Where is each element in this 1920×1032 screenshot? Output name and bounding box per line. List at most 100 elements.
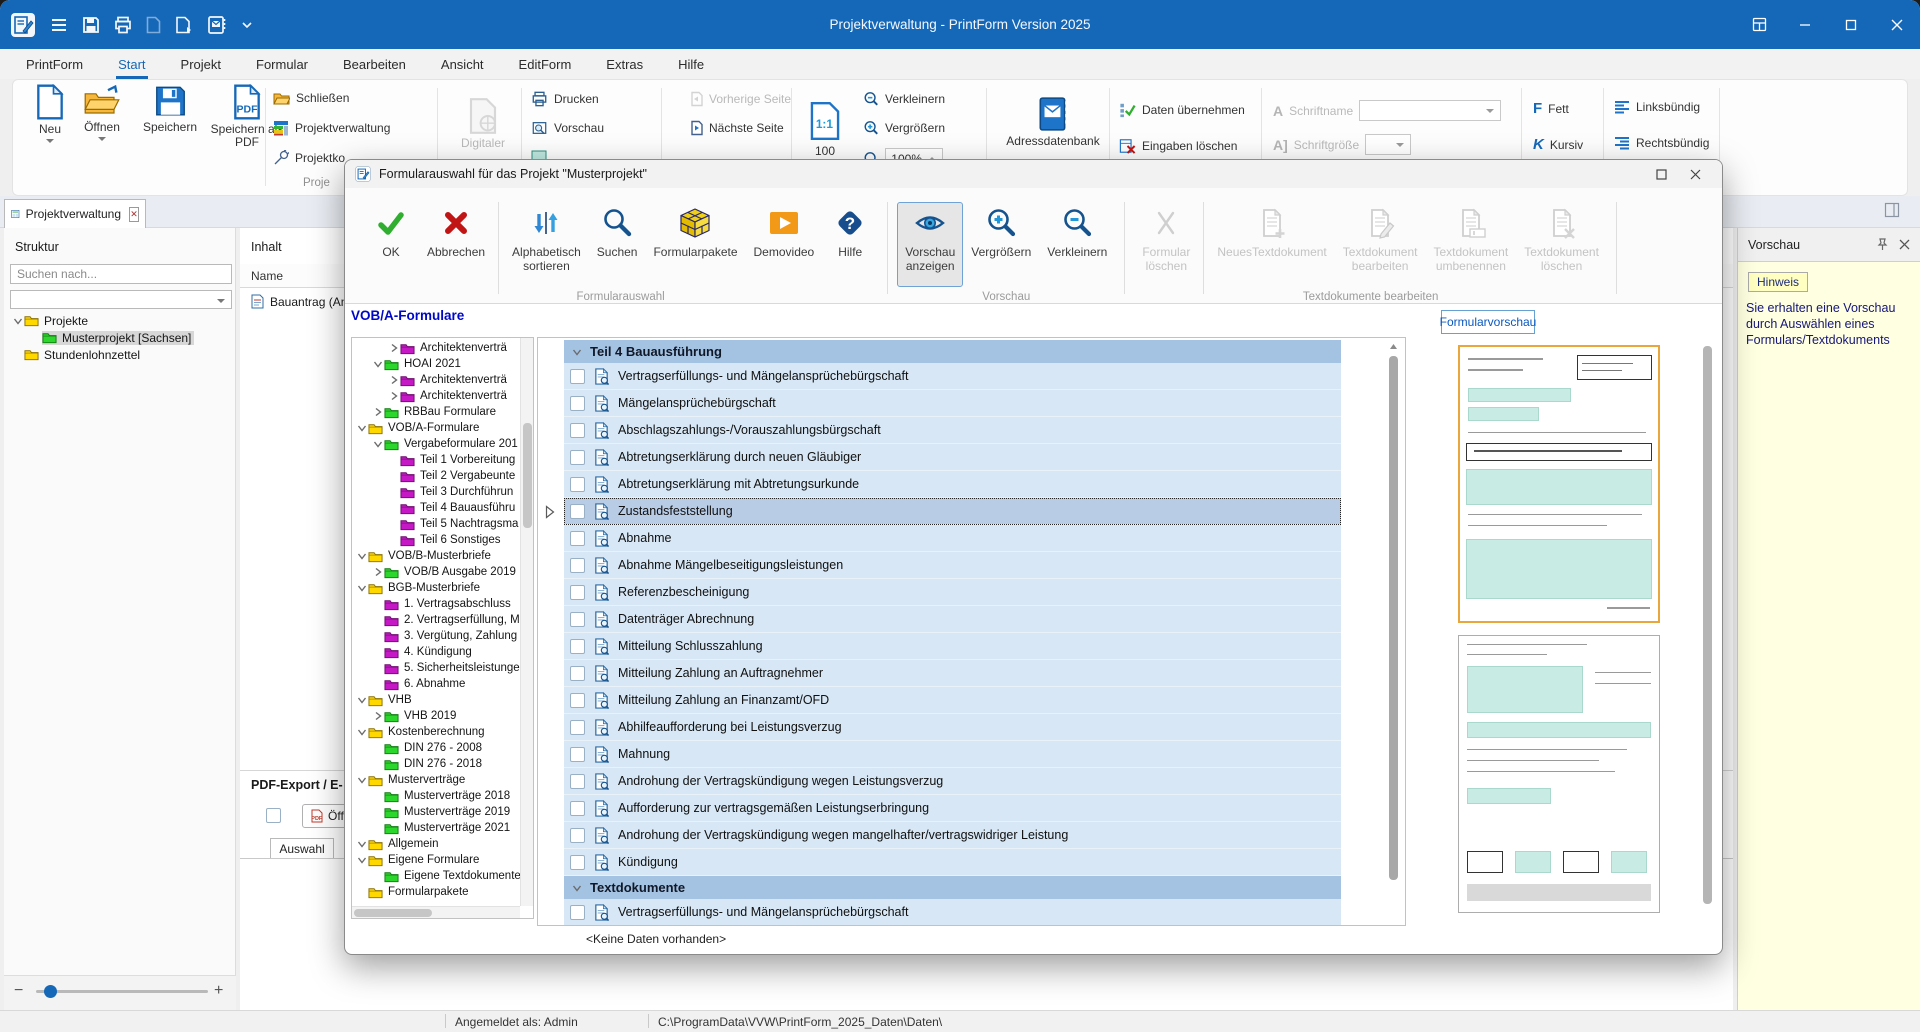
dialog-tool-formularpakete[interactable]: Formularpakete — [645, 202, 745, 287]
chevron-down-icon[interactable] — [372, 359, 384, 369]
list-scroll-up-icon[interactable] — [1389, 342, 1398, 352]
tree-item-teil-3-durchführun[interactable]: Teil 3 Durchführun — [352, 484, 520, 500]
menu-item-extras[interactable]: Extras — [604, 53, 645, 76]
tree-item-2-vertragserfüllung-m[interactable]: 2. Vertragserfüllung, M — [352, 612, 520, 628]
form-list-item[interactable]: Mitteilung Zahlung an Auftragnehmer — [564, 660, 1341, 687]
form-list-item[interactable]: Aufforderung zur vertragsgemäßen Leistun… — [564, 795, 1341, 822]
chevron-down-icon[interactable] — [356, 839, 368, 849]
chevron-down-icon[interactable] — [572, 347, 582, 357]
preview-page-1[interactable] — [1458, 345, 1660, 623]
form-checkbox[interactable] — [570, 638, 585, 654]
dialog-tool-hilfe[interactable]: ? Hilfe — [822, 202, 878, 287]
layout-icon[interactable] — [1736, 0, 1782, 49]
form-list-item[interactable]: Referenzbescheinigung — [564, 579, 1341, 606]
close-button[interactable] — [1874, 0, 1920, 49]
italic-button[interactable]: K Kursiv — [1533, 136, 1583, 153]
pdf-export-checkbox[interactable] — [266, 808, 281, 823]
tree-item-formularpakete[interactable]: Formularpakete — [352, 884, 520, 900]
tree-item-projekte[interactable]: Projekte — [6, 312, 234, 329]
form-checkbox[interactable] — [570, 422, 585, 438]
zoom-out-button[interactable]: Verkleinern — [863, 91, 945, 107]
chevron-right-icon[interactable] — [388, 391, 400, 401]
document-arrow-icon[interactable] — [175, 16, 193, 34]
form-list-item[interactable]: Abnahme — [564, 525, 1341, 552]
menu-item-start[interactable]: Start — [116, 53, 149, 79]
new-document-icon[interactable] — [146, 16, 161, 34]
tree-item-5-sicherheitsleistunge[interactable]: 5. Sicherheitsleistunge — [352, 660, 520, 676]
chevron-right-icon[interactable] — [372, 711, 384, 721]
pin-icon[interactable] — [1876, 238, 1889, 251]
apply-data-button[interactable]: Daten übernehmen — [1119, 102, 1245, 118]
menu-item-projekt[interactable]: Projekt — [179, 53, 223, 76]
tree-item-musterverträge[interactable]: Musterverträge — [352, 772, 520, 788]
form-checkbox[interactable] — [570, 449, 585, 465]
panel-layout-icon[interactable] — [1884, 202, 1900, 218]
tree-item-musterverträge-2021[interactable]: Musterverträge 2021 — [352, 820, 520, 836]
tree-hscrollbar[interactable] — [352, 906, 520, 918]
menu-item-editform[interactable]: EditForm — [517, 53, 574, 76]
open-button[interactable]: Öffnen — [75, 84, 129, 141]
tab-projektverwaltung[interactable]: Projektverwaltung ✕ — [4, 199, 146, 228]
form-checkbox[interactable] — [570, 503, 585, 519]
chevron-down-icon[interactable] — [12, 316, 24, 326]
form-checkbox[interactable] — [570, 746, 585, 762]
tree-item-vob-a-formulare[interactable]: VOB/A-Formulare — [352, 420, 520, 436]
form-checkbox[interactable] — [570, 611, 585, 627]
tab-auswahl[interactable]: Auswahl — [270, 838, 334, 859]
tree-item-vhb[interactable]: VHB — [352, 692, 520, 708]
tree-vscrollbar[interactable] — [520, 338, 533, 906]
chevron-down-icon[interactable] — [241, 21, 253, 29]
formularvorschau-tab[interactable]: Formularvorschau — [1440, 310, 1536, 334]
form-checkbox[interactable] — [570, 827, 585, 843]
tree-item-musterprojekt-sachsen-[interactable]: Musterprojekt [Sachsen] — [6, 329, 234, 346]
dialog-tool-alphabetisch-sortieren[interactable]: Alphabetisch sortieren — [504, 202, 589, 287]
chevron-down-icon[interactable] — [356, 551, 368, 561]
address-book-icon[interactable] — [207, 15, 227, 34]
project-config-button[interactable]: Projektko — [273, 150, 345, 166]
dialog-tool-verkleinern[interactable]: Verkleinern — [1039, 202, 1115, 287]
list-section-header[interactable]: Textdokumente — [564, 876, 1341, 899]
form-list-item[interactable]: Abhilfeaufforderung bei Leistungsverzug — [564, 714, 1341, 741]
print-button[interactable]: Drucken — [531, 91, 599, 107]
tree-item-vob-b-ausgabe-2019[interactable]: VOB/B Ausgabe 2019 — [352, 564, 520, 580]
next-page-button[interactable]: Nächste Seite — [689, 120, 784, 136]
preview-button[interactable]: Vorschau — [531, 120, 604, 136]
form-checkbox[interactable] — [570, 584, 585, 600]
close-project-button[interactable]: Schließen — [273, 90, 349, 105]
form-list-item[interactable]: Vertragserfüllungs- und Mängelansprücheb… — [564, 363, 1341, 390]
tree-item-teil-4-bauausführu[interactable]: Teil 4 Bauausführu — [352, 500, 520, 516]
clear-inputs-button[interactable]: Eingaben löschen — [1119, 138, 1237, 154]
chevron-down-icon[interactable] — [356, 695, 368, 705]
dialog-titlebar[interactable]: Formularauswahl für das Projekt "Musterp… — [345, 160, 1722, 188]
zoom-100-icon[interactable]: 1:1 — [809, 102, 841, 140]
align-left-button[interactable]: Linksbündig — [1615, 100, 1700, 114]
dialog-close-button[interactable] — [1678, 162, 1712, 186]
dialog-tool-vergroessern[interactable]: Vergrößern — [963, 202, 1039, 287]
menu-item-formular[interactable]: Formular — [254, 53, 310, 76]
tree-item-musterverträge-2018[interactable]: Musterverträge 2018 — [352, 788, 520, 804]
form-list-item[interactable]: Abtretungserklärung durch neuen Gläubige… — [564, 444, 1341, 471]
tree-item-kostenberechnung[interactable]: Kostenberechnung — [352, 724, 520, 740]
form-list-item[interactable]: Abschlagszahlungs-/Vorauszahlungsbürgsch… — [564, 417, 1341, 444]
minimize-button[interactable] — [1782, 0, 1828, 49]
dialog-maximize-button[interactable] — [1644, 162, 1678, 186]
tree-item-architektenverträ[interactable]: Architektenverträ — [352, 340, 520, 356]
form-list-item[interactable]: Vertragserfüllungs- und Mängelansprücheb… — [564, 899, 1341, 925]
address-database-button[interactable]: Adressdatenbank — [1005, 96, 1101, 148]
zoom-slider-thumb[interactable] — [44, 985, 57, 998]
chevron-down-icon[interactable] — [46, 139, 54, 143]
form-checkbox[interactable] — [570, 719, 585, 735]
tree-item-din-276-2008[interactable]: DIN 276 - 2008 — [352, 740, 520, 756]
bold-button[interactable]: F Fett — [1533, 100, 1569, 117]
chevron-down-icon[interactable] — [356, 583, 368, 593]
close-icon[interactable] — [1899, 239, 1910, 250]
zoom-in-button[interactable]: Vergrößern — [863, 120, 945, 136]
tree-item-architektenverträ[interactable]: Architektenverträ — [352, 372, 520, 388]
form-list-item[interactable]: Datenträger Abrechnung — [564, 606, 1341, 633]
font-name-select[interactable] — [1359, 100, 1502, 121]
chevron-down-icon[interactable] — [356, 855, 368, 865]
form-checkbox[interactable] — [570, 692, 585, 708]
tree-item-allgemein[interactable]: Allgemein — [352, 836, 520, 852]
tree-item-vhb-2019[interactable]: VHB 2019 — [352, 708, 520, 724]
tree-item-musterverträge-2019[interactable]: Musterverträge 2019 — [352, 804, 520, 820]
